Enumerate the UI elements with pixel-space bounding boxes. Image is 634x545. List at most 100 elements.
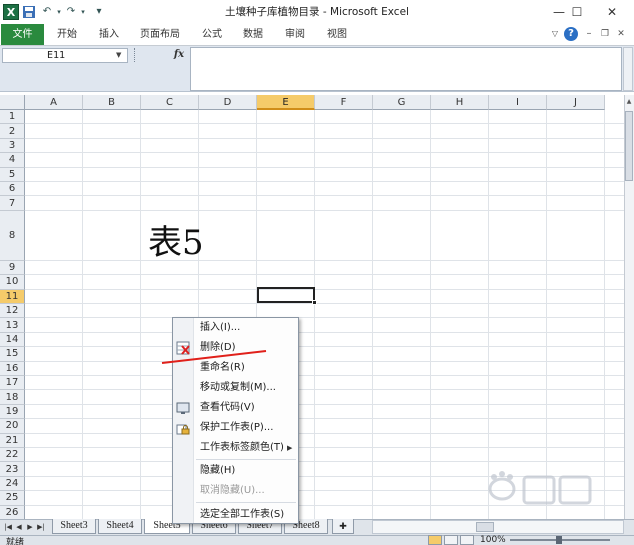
- doc-minimize-icon[interactable]: –: [582, 27, 596, 41]
- first-sheet-icon[interactable]: |◀: [3, 520, 13, 534]
- tab-formulas[interactable]: 公式: [196, 24, 228, 45]
- row-header-15[interactable]: 15: [0, 347, 25, 362]
- column-header-h[interactable]: H: [431, 95, 489, 110]
- name-box-dropdown-icon[interactable]: ▼: [116, 48, 126, 63]
- row-header-3[interactable]: 3: [0, 138, 25, 154]
- scroll-up-icon[interactable]: ▲: [625, 98, 633, 108]
- protect-sheet-icon: [176, 421, 190, 435]
- row-header-22[interactable]: 22: [0, 448, 25, 463]
- menu-separator: [196, 502, 296, 503]
- row-gridline: [25, 375, 624, 376]
- row-header-7[interactable]: 7: [0, 196, 25, 211]
- tab-data[interactable]: 数据: [236, 24, 270, 45]
- excel-logo-icon[interactable]: X: [3, 4, 19, 20]
- insert-function-icon[interactable]: fx: [170, 47, 188, 63]
- column-header-b[interactable]: B: [83, 95, 141, 110]
- select-all-corner[interactable]: [0, 95, 25, 110]
- tab-view[interactable]: 视图: [320, 24, 354, 45]
- column-header-a[interactable]: A: [25, 95, 83, 110]
- row-header-23[interactable]: 23: [0, 462, 25, 477]
- last-sheet-icon[interactable]: ▶|: [36, 520, 46, 534]
- tab-review[interactable]: 审阅: [278, 24, 312, 45]
- row-header-2[interactable]: 2: [0, 124, 25, 139]
- zoom-level[interactable]: 100%: [480, 535, 506, 545]
- row-header-6[interactable]: 6: [0, 182, 25, 197]
- fill-handle[interactable]: [312, 300, 317, 305]
- row-header-11[interactable]: 11: [0, 289, 25, 304]
- customize-toolbar-icon[interactable]: ▾: [92, 5, 106, 19]
- column-header-f[interactable]: F: [315, 95, 373, 110]
- prev-sheet-icon[interactable]: ◀: [14, 520, 24, 534]
- page-layout-view-icon[interactable]: [444, 535, 458, 545]
- row-header-12[interactable]: 12: [0, 304, 25, 319]
- row-header-25[interactable]: 25: [0, 491, 25, 506]
- formula-input[interactable]: [190, 47, 622, 91]
- name-box[interactable]: E11: [2, 48, 128, 63]
- row-header-5[interactable]: 5: [0, 167, 25, 182]
- horizontal-scroll-thumb[interactable]: [476, 522, 494, 532]
- close-button[interactable]: ✕: [595, 0, 629, 24]
- normal-view-icon[interactable]: [428, 535, 442, 545]
- row-header-14[interactable]: 14: [0, 332, 25, 348]
- row-header-24[interactable]: 24: [0, 476, 25, 492]
- row-gridline: [25, 389, 624, 391]
- row-header-8[interactable]: 8: [0, 210, 25, 261]
- column-header-i[interactable]: I: [489, 95, 547, 110]
- row-header-1[interactable]: 1: [0, 110, 25, 125]
- menu-move-copy[interactable]: 移动或复制(M)...: [200, 379, 276, 397]
- zoom-slider-knob[interactable]: [556, 536, 562, 544]
- column-header-d[interactable]: D: [199, 95, 257, 110]
- row-header-9[interactable]: 9: [0, 260, 25, 276]
- menu-insert[interactable]: 插入(I)...: [200, 319, 240, 337]
- doc-restore-icon[interactable]: ❐: [598, 27, 612, 41]
- tab-page-layout[interactable]: 页面布局: [134, 24, 186, 45]
- view-code-icon: [176, 401, 190, 415]
- column-header-c[interactable]: C: [141, 95, 199, 110]
- row-header-26[interactable]: 26: [0, 505, 25, 520]
- save-icon[interactable]: [22, 5, 36, 19]
- row-gridline: [25, 346, 624, 348]
- doc-close-icon[interactable]: ✕: [614, 27, 628, 41]
- menu-view-code[interactable]: 查看代码(V): [200, 399, 255, 417]
- row-gridline: [25, 123, 624, 125]
- column-header-e[interactable]: E: [257, 95, 315, 110]
- formula-bar-scroll[interactable]: [623, 47, 633, 91]
- vertical-scroll-thumb[interactable]: [625, 111, 633, 181]
- page-break-view-icon[interactable]: [460, 535, 474, 545]
- sheet-tab-sheet4[interactable]: Sheet4: [98, 519, 142, 534]
- tab-insert[interactable]: 插入: [92, 24, 126, 45]
- row-header-18[interactable]: 18: [0, 390, 25, 405]
- cell-c8-text[interactable]: 表5: [148, 215, 204, 264]
- menu-hide[interactable]: 隐藏(H): [200, 462, 235, 480]
- row-gridline: [25, 274, 624, 276]
- sheet-tab-sheet3[interactable]: Sheet3: [52, 519, 96, 534]
- active-cell-e11[interactable]: [257, 287, 315, 303]
- formula-bar-splitter[interactable]: [134, 48, 136, 62]
- row-gridline: [25, 303, 624, 304]
- tab-file[interactable]: 文件: [1, 24, 44, 45]
- row-header-21[interactable]: 21: [0, 433, 25, 448]
- row-header-10[interactable]: 10: [0, 275, 25, 290]
- row-header-17[interactable]: 17: [0, 376, 25, 391]
- menu-select-all-sheets[interactable]: 选定全部工作表(S): [200, 506, 284, 524]
- column-header-g[interactable]: G: [373, 95, 431, 110]
- maximize-button[interactable]: ☐: [560, 0, 594, 24]
- row-header-20[interactable]: 20: [0, 419, 25, 434]
- row-header-13[interactable]: 13: [0, 318, 25, 333]
- help-icon[interactable]: ?: [564, 27, 578, 41]
- menu-protect-sheet[interactable]: 保护工作表(P)...: [200, 419, 273, 437]
- next-sheet-icon[interactable]: ▶: [25, 520, 35, 534]
- column-header-j[interactable]: J: [547, 95, 605, 110]
- row-header-16[interactable]: 16: [0, 361, 25, 376]
- column-gridline: [546, 110, 547, 519]
- horizontal-scrollbar[interactable]: [372, 520, 624, 534]
- insert-sheet-icon[interactable]: ✚: [332, 519, 354, 534]
- menu-tab-color[interactable]: 工作表标签颜色(T): [200, 439, 284, 457]
- tab-home[interactable]: 开始: [50, 24, 84, 45]
- row-gridline: [25, 209, 624, 211]
- row-header-4[interactable]: 4: [0, 153, 25, 168]
- redo-dropdown-icon[interactable]: ▾: [76, 5, 90, 19]
- column-gridline: [488, 110, 489, 519]
- minimize-ribbon-icon[interactable]: ▽: [548, 27, 562, 41]
- row-header-19[interactable]: 19: [0, 404, 25, 420]
